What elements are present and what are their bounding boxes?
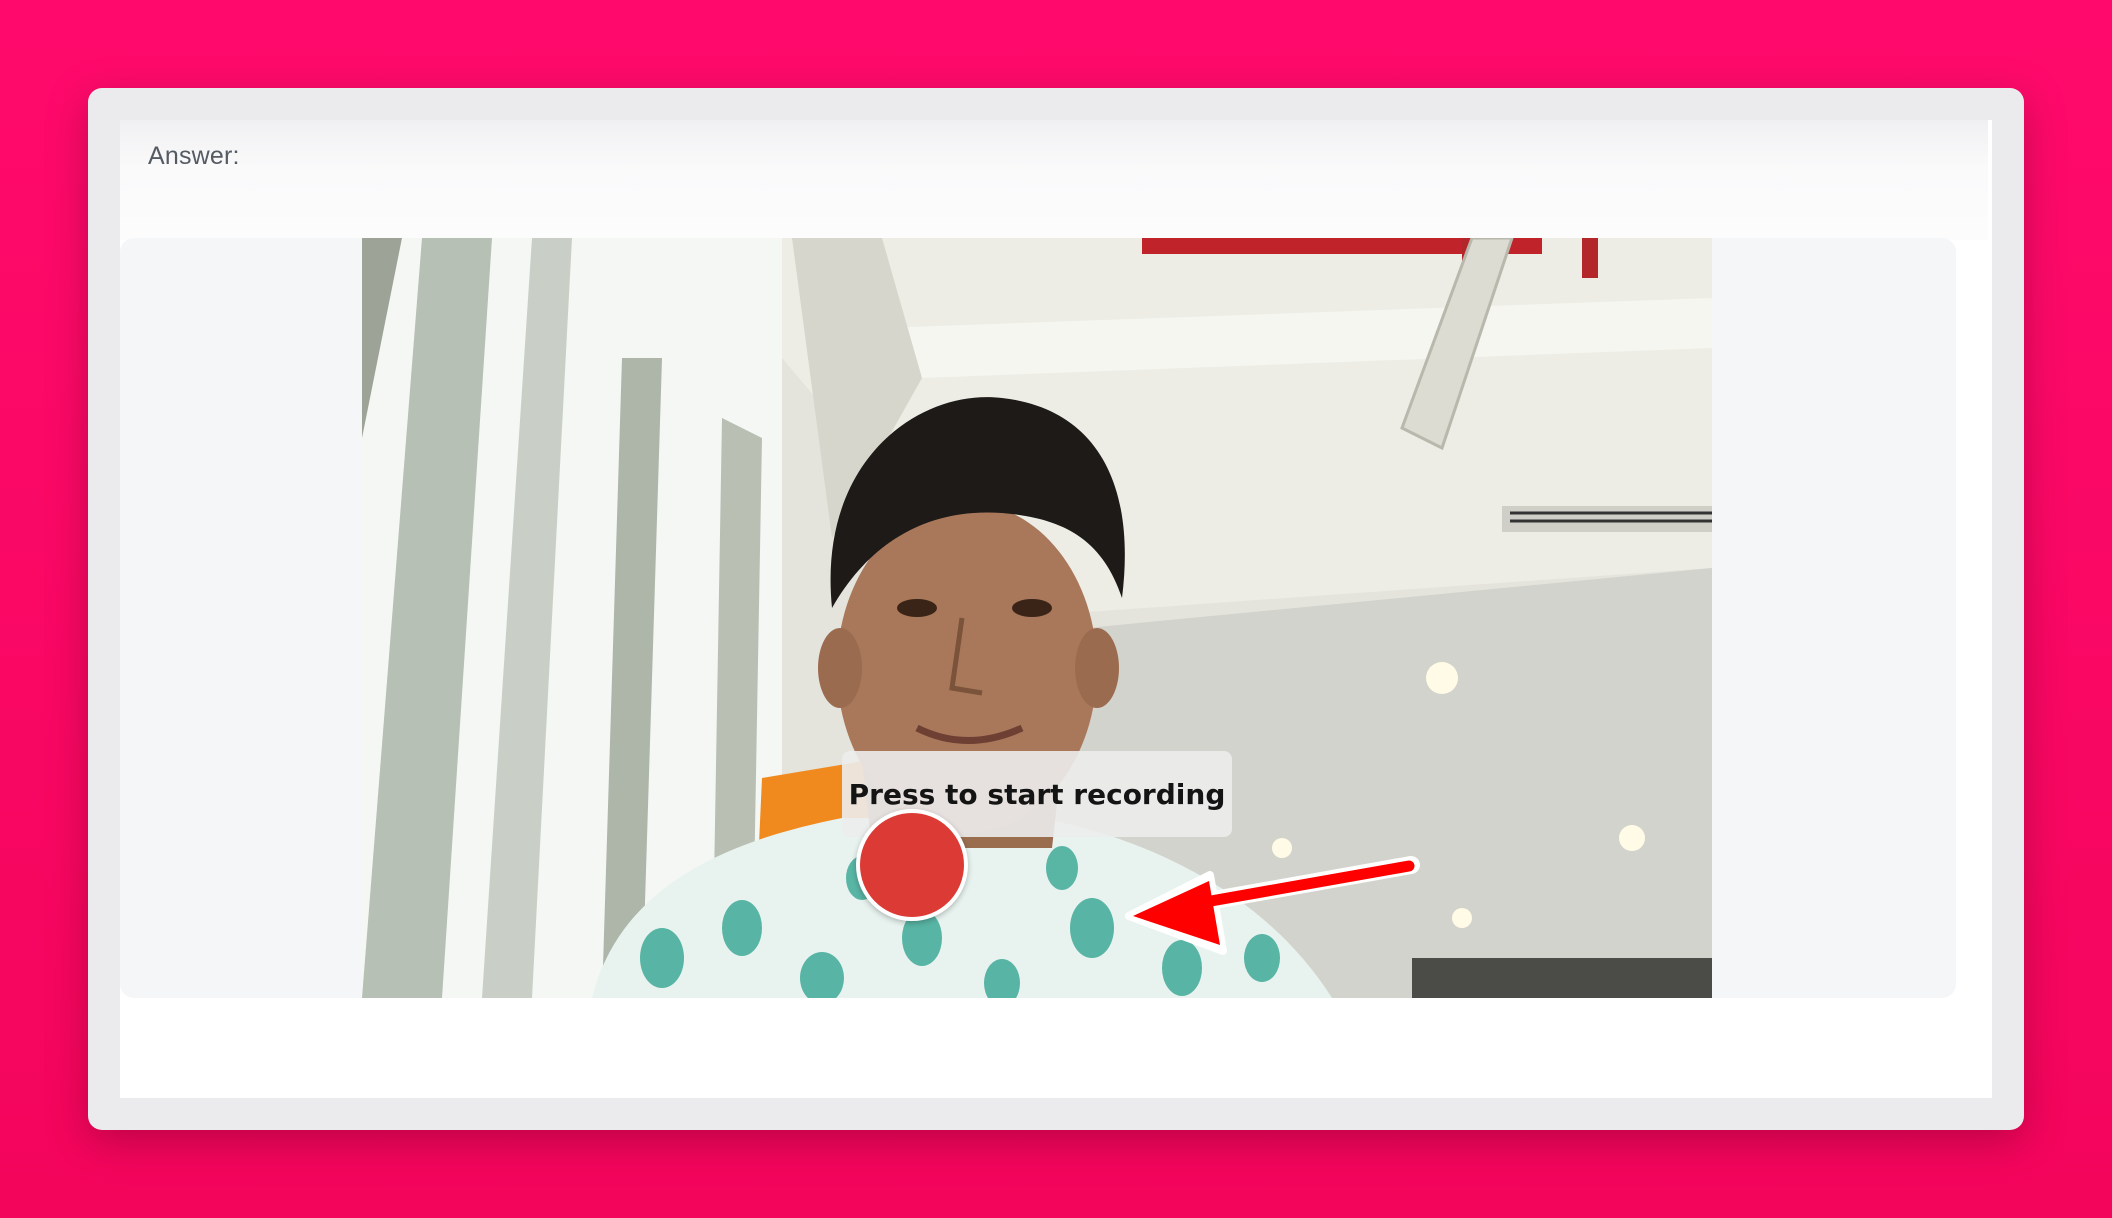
video-recorder: Press to start recording <box>120 238 1956 998</box>
webcam-image <box>362 238 1712 998</box>
answer-label: Answer: <box>148 142 240 170</box>
record-button[interactable] <box>856 809 968 921</box>
answer-panel: Answer: Press to start recording <box>120 120 1992 1098</box>
app-window: Answer: Press to start recording <box>88 88 2024 1130</box>
red-arrow-icon <box>1125 856 1420 955</box>
camera-preview: Press to start recording <box>362 238 1712 998</box>
answer-header: Answer: <box>120 120 1988 240</box>
